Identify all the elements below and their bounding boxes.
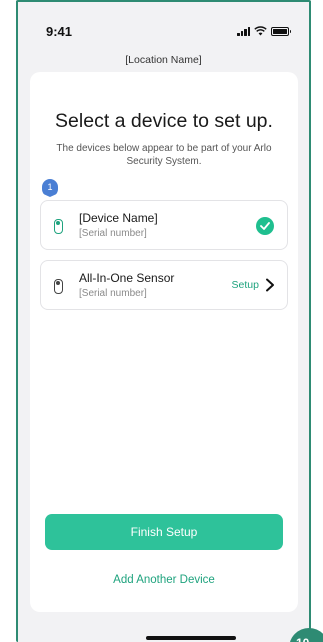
status-icons [237,26,291,36]
add-another-device-link[interactable]: Add Another Device [30,574,298,586]
cellular-signal-icon [237,26,250,36]
wifi-icon [254,26,267,36]
status-time: 9:41 [46,24,73,39]
phone-screen: 9:41 [Location Name] Select a device to … [16,0,311,642]
finish-setup-button[interactable]: Finish Setup [45,514,283,550]
checkmark-icon [256,217,274,235]
camera-icon [54,219,63,234]
device-name: [Device Name] [79,211,158,225]
location-name: [Location Name] [125,54,202,66]
chevron-right-icon[interactable] [265,278,275,292]
home-indicator[interactable] [146,636,236,640]
sensor-icon [54,279,63,294]
setup-link[interactable]: Setup [232,279,259,291]
device-row-sensor[interactable]: All-In-One Sensor [Serial number] Setup [40,260,288,310]
device-serial: [Serial number] [79,228,147,239]
device-row-configured[interactable]: [Device Name] [Serial number] [40,200,288,250]
setup-card: Select a device to set up. The devices b… [30,72,298,612]
step-badge: 1 [42,179,58,197]
page-title: Select a device to set up. [55,110,273,132]
battery-icon [271,26,291,36]
status-bar: 9:41 [18,2,309,46]
device-serial: [Serial number] [79,288,147,299]
page-subtitle: The devices below appear to be part of y… [56,143,272,167]
device-name: All-In-One Sensor [79,271,175,285]
